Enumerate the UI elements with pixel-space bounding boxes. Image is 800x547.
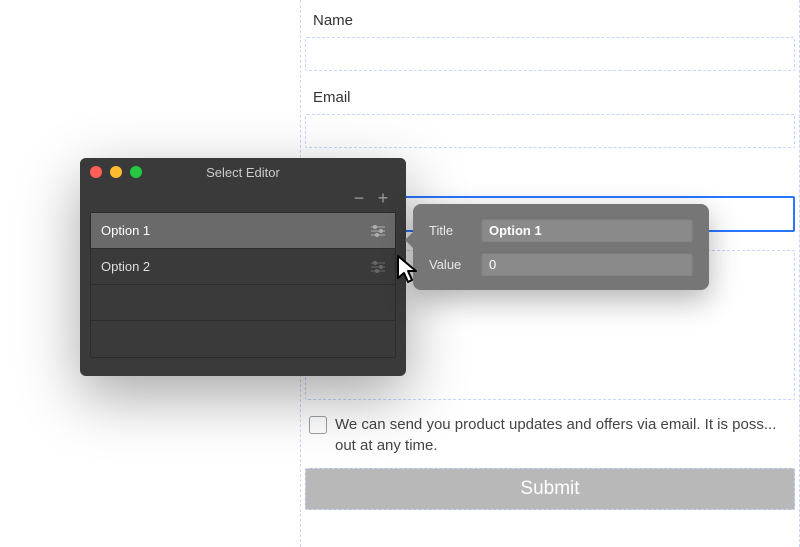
option-row-empty [91,285,395,321]
editor-toolbar: − + [80,186,406,210]
option-label: Option 2 [101,259,150,274]
name-input[interactable] [305,37,795,71]
popover-title-input[interactable] [481,218,693,242]
close-window-button[interactable] [90,166,102,178]
zoom-window-button[interactable] [130,166,142,178]
option-row-empty [91,321,395,357]
titlebar[interactable]: Select Editor [80,158,406,186]
option-popover: Title Value [413,204,709,290]
select-editor-window: Select Editor − + Option 1 Option 2 [80,158,406,376]
consent-checkbox[interactable] [309,416,327,434]
popover-title-label: Title [429,223,467,238]
sliders-icon[interactable] [371,225,385,237]
option-row[interactable]: Option 1 [91,213,395,249]
remove-option-button[interactable]: − [352,189,366,207]
email-input[interactable] [305,114,795,148]
minimize-window-button[interactable] [110,166,122,178]
option-list: Option 1 Option 2 [90,212,396,358]
email-label: Email [313,89,799,106]
sliders-icon[interactable] [371,261,385,273]
traffic-lights [90,166,142,178]
consent-text: We can send you product updates and offe… [335,414,791,456]
submit-button[interactable]: Submit [305,468,795,510]
name-label: Name [313,12,799,29]
add-option-button[interactable]: + [376,189,390,207]
option-row[interactable]: Option 2 [91,249,395,285]
consent-row: We can send you product updates and offe… [309,414,791,456]
option-label: Option 1 [101,223,150,238]
popover-value-input[interactable] [481,252,693,276]
popover-value-label: Value [429,257,467,272]
